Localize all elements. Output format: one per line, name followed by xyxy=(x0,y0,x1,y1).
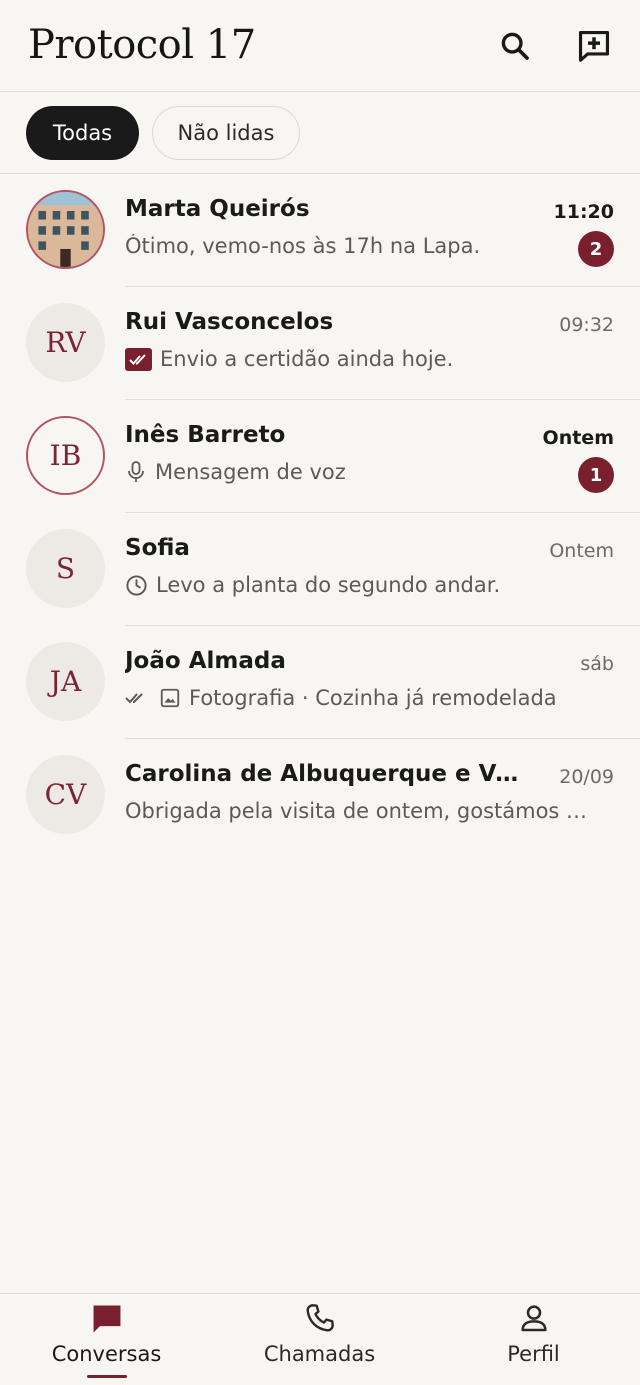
unread-badge: 2 xyxy=(578,231,614,267)
message-time: 20/09 xyxy=(559,766,614,788)
phone-icon xyxy=(306,1304,334,1332)
active-indicator xyxy=(87,1375,127,1378)
message-time: Ontem xyxy=(549,540,614,562)
nav-conversations[interactable]: Conversas xyxy=(0,1294,213,1385)
preview-text: Ótimo, vemo-nos às 17h na Lapa. xyxy=(125,234,481,258)
conversation-list: Marta Queirós 11:20 Ótimo, vemo-nos às 1… xyxy=(0,174,640,852)
contact-name: Carolina de Albuquerque e Vasc… xyxy=(125,761,525,787)
preview-text: Mensagem de voz xyxy=(155,460,346,484)
preview-text: Levo a planta do segundo andar. xyxy=(156,573,501,597)
filter-bar: Todas Não lidas xyxy=(0,92,640,174)
avatar: S xyxy=(26,529,105,608)
unread-badge: 1 xyxy=(578,457,614,493)
avatar xyxy=(26,190,105,269)
preview-text: Envio a certidão ainda hoje. xyxy=(160,347,454,371)
message-time: 09:32 xyxy=(559,314,614,336)
contact-name: João Almada xyxy=(125,648,286,674)
nav-label: Perfil xyxy=(507,1342,560,1366)
preview-text: Obrigada pela visita de ontem, gostámos … xyxy=(125,799,588,823)
read-receipt-icon xyxy=(125,347,152,371)
message-preview: Mensagem de voz xyxy=(125,460,605,484)
conversation-row[interactable]: CV Carolina de Albuquerque e Vasc… 20/09… xyxy=(0,739,640,852)
message-preview: Obrigada pela visita de ontem, gostámos … xyxy=(125,799,605,823)
message-time: Ontem xyxy=(542,427,614,449)
chat-bubble-icon xyxy=(93,1305,120,1333)
contact-name: Inês Barreto xyxy=(125,422,286,448)
message-preview: Ótimo, vemo-nos às 17h na Lapa. xyxy=(125,234,605,258)
filter-chip-unread[interactable]: Não lidas xyxy=(152,106,300,160)
person-icon xyxy=(520,1305,547,1332)
avatar: IB xyxy=(26,416,105,495)
app-title: Protocol 17 xyxy=(28,22,256,68)
contact-name: Rui Vasconcelos xyxy=(125,309,334,335)
nav-profile[interactable]: Perfil xyxy=(427,1294,640,1385)
message-preview: Levo a planta do segundo andar. xyxy=(125,573,605,597)
new-message-button[interactable] xyxy=(574,26,614,66)
double-check-icon xyxy=(125,688,151,708)
conversation-row[interactable]: RV Rui Vasconcelos 09:32 Envio a certidã… xyxy=(0,287,640,400)
message-preview: Envio a certidão ainda hoje. xyxy=(125,347,605,371)
building-photo-icon xyxy=(28,192,103,267)
nav-calls[interactable]: Chamadas xyxy=(213,1294,426,1385)
clock-icon xyxy=(125,574,148,597)
preview-text: Fotografia · Cozinha já remodelada xyxy=(189,686,557,710)
new-message-icon xyxy=(578,30,610,62)
conversation-row[interactable]: Marta Queirós 11:20 Ótimo, vemo-nos às 1… xyxy=(0,174,640,287)
conversation-row[interactable]: S Sofia Ontem Levo a planta do segundo a… xyxy=(0,513,640,626)
message-time: sáb xyxy=(580,653,614,675)
contact-name: Sofia xyxy=(125,535,190,561)
filter-chip-all[interactable]: Todas xyxy=(26,106,139,160)
contact-name: Marta Queirós xyxy=(125,196,310,222)
conversation-row[interactable]: IB Inês Barreto Ontem Mensagem de voz 1 xyxy=(0,400,640,513)
message-preview: Fotografia · Cozinha já remodelada xyxy=(125,686,605,710)
nav-label: Conversas xyxy=(51,1342,162,1366)
avatar: RV xyxy=(26,303,105,382)
search-button[interactable] xyxy=(495,26,535,66)
nav-label: Chamadas xyxy=(263,1342,376,1366)
bottom-navigation: Conversas Chamadas Perfil xyxy=(0,1293,640,1385)
conversation-row[interactable]: JA João Almada sáb Fotografia · Cozinha … xyxy=(0,626,640,739)
app-header: Protocol 17 xyxy=(0,0,640,92)
message-time: 11:20 xyxy=(553,201,614,223)
avatar: JA xyxy=(26,642,105,721)
image-icon xyxy=(159,687,181,709)
microphone-icon xyxy=(125,460,147,484)
search-icon xyxy=(501,32,529,60)
avatar: CV xyxy=(26,755,105,834)
